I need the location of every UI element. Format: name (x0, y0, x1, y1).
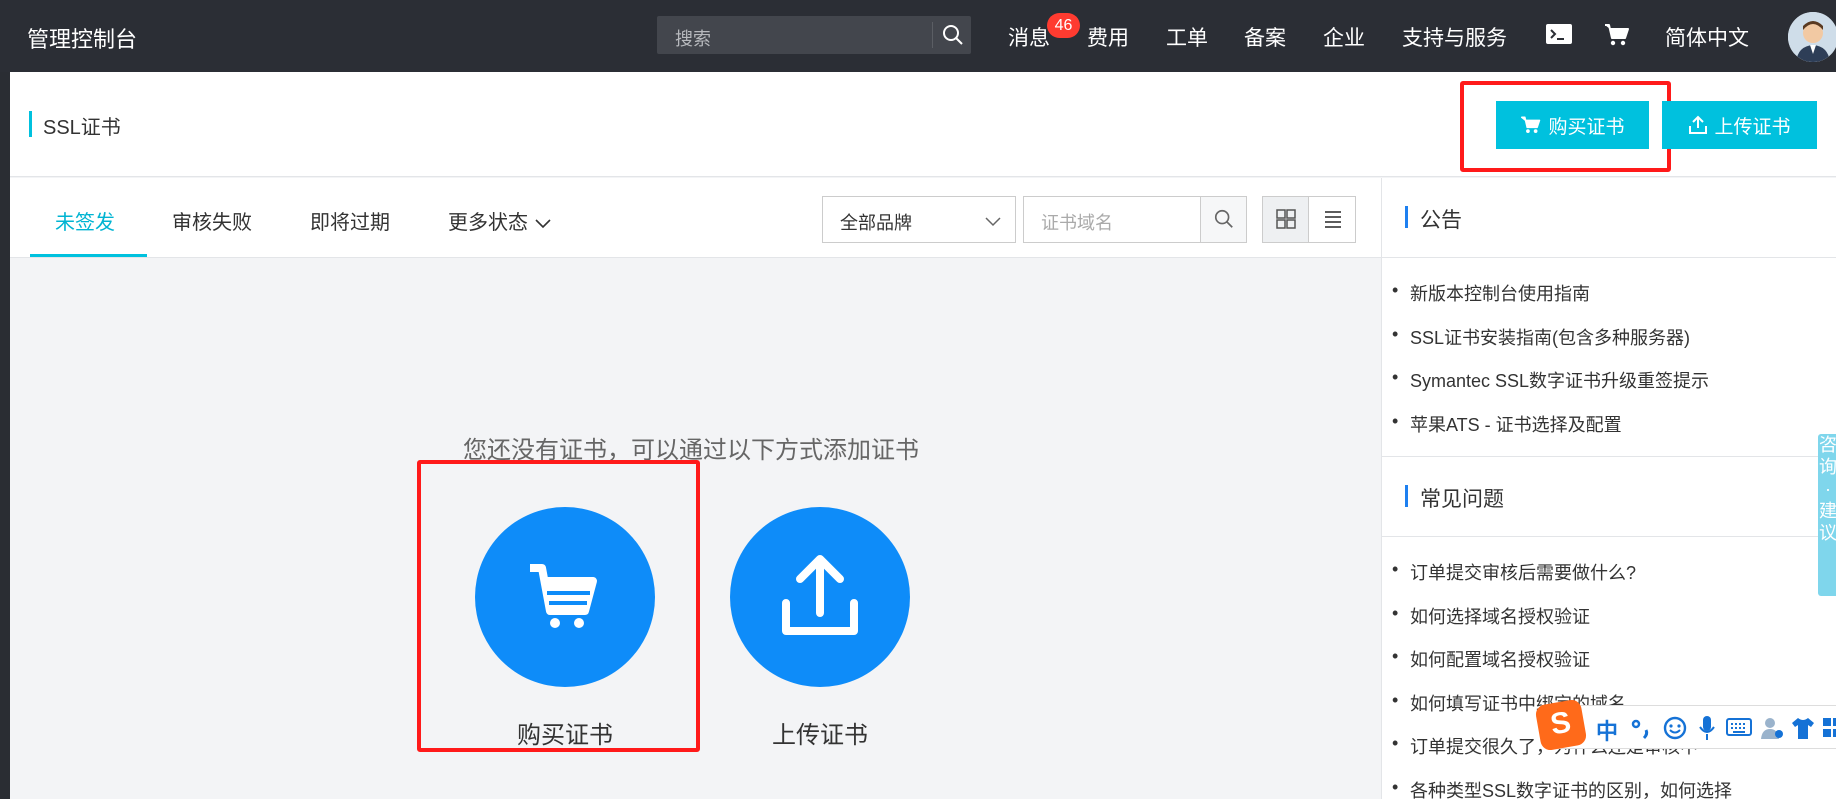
brand-select[interactable]: 全部品牌 (822, 196, 1016, 243)
nav-enterprise[interactable]: 企业 (1323, 22, 1365, 52)
domain-search-button[interactable] (1200, 197, 1246, 242)
page-title: SSL证书 (43, 117, 121, 139)
search-icon[interactable] (941, 23, 965, 47)
brand-select-value: 全部品牌 (840, 213, 912, 233)
page-header: SSL证书 购买证书 上传证书 (10, 72, 1836, 177)
domain-search-input[interactable]: 证书域名 (1041, 209, 1113, 235)
buy-certificate-option[interactable] (475, 507, 655, 687)
nav-tickets[interactable]: 工单 (1166, 22, 1208, 52)
upload-certificate-label: 上传证书 (1714, 116, 1791, 138)
tab-more-status-label: 更多状态 (448, 212, 528, 234)
announcements-header: 公告 (1382, 178, 1836, 258)
list-icon (1325, 211, 1341, 228)
view-toggle (1262, 196, 1356, 243)
search-input[interactable]: 搜索 (675, 25, 711, 51)
faq-link[interactable]: 如何配置域名授权验证 (1392, 646, 1590, 672)
faq-link[interactable]: 各种类型SSL数字证书的区别，如何选择 (1392, 777, 1732, 799)
nav-billing[interactable]: 费用 (1087, 22, 1129, 52)
microphone-icon[interactable] (1696, 714, 1718, 742)
user-avatar[interactable] (1788, 12, 1836, 62)
announcement-link[interactable]: SSL证书安装指南(包含多种服务器) (1392, 324, 1690, 350)
terminal-icon[interactable] (1545, 22, 1573, 48)
ime-mode-toggle[interactable]: 中 (1596, 714, 1618, 746)
upload-certificate-option-label[interactable]: 上传证书 (772, 715, 868, 750)
toolbox-icon[interactable] (1822, 717, 1836, 739)
ime-toolbar: S 中 (1534, 698, 1836, 752)
announcement-link[interactable]: 苹果ATS - 证书选择及配置 (1392, 411, 1622, 437)
upload-certificate-option[interactable] (730, 507, 910, 687)
global-search[interactable]: 搜索 (657, 16, 971, 54)
chevron-down-icon (534, 219, 551, 228)
upload-icon (1689, 115, 1708, 134)
section-accent-bar (1405, 206, 1408, 228)
upload-icon (782, 555, 858, 635)
chevron-down-icon (985, 217, 1001, 227)
faq-title: 常见问题 (1420, 488, 1504, 511)
announcement-link[interactable]: Symantec SSL数字证书升级重签提示 (1392, 367, 1709, 393)
search-divider (932, 22, 933, 48)
nav-support[interactable]: 支持与服务 (1402, 22, 1507, 52)
emoji-icon[interactable] (1662, 715, 1688, 741)
nav-messages[interactable]: 消息 (1008, 22, 1050, 52)
faq-header: 常见问题 (1382, 457, 1836, 537)
announcements-title: 公告 (1420, 209, 1462, 232)
search-icon (1214, 209, 1233, 228)
message-count-badge: 46 (1047, 13, 1080, 38)
buy-certificate-option-label[interactable]: 购买证书 (517, 715, 613, 750)
cart-icon (530, 564, 597, 628)
nav-icp[interactable]: 备案 (1244, 22, 1286, 52)
title-accent-bar (29, 111, 32, 137)
buy-certificate-label: 购买证书 (1548, 116, 1625, 138)
buy-certificate-button[interactable]: 购买证书 (1496, 101, 1649, 149)
punctuation-icon[interactable] (1630, 716, 1654, 740)
cart-icon (1521, 116, 1541, 133)
tab-expiring[interactable]: 即将过期 (310, 206, 390, 235)
skin-shirt-icon[interactable] (1790, 715, 1816, 741)
domain-search-field[interactable]: 证书域名 (1023, 196, 1247, 243)
consult-feedback-tab[interactable]: 咨询·建议 (1818, 434, 1836, 596)
section-accent-bar (1405, 485, 1408, 507)
tab-more-status[interactable]: 更多状态 (448, 206, 552, 235)
announcement-link[interactable]: 新版本控制台使用指南 (1392, 280, 1590, 306)
list-view-button[interactable] (1310, 197, 1356, 242)
top-navigation-bar: 管理控制台 搜索 消息 46 费用 工单 备案 企业 支持与服务 简体中文 (0, 0, 1836, 72)
console-brand[interactable]: 管理控制台 (27, 22, 137, 54)
sogou-logo-icon[interactable]: S (1534, 698, 1588, 752)
tab-not-issued[interactable]: 未签发 (55, 206, 115, 235)
faq-link[interactable]: 如何选择域名授权验证 (1392, 603, 1590, 629)
language-switch[interactable]: 简体中文 (1665, 22, 1749, 52)
user-settings-icon[interactable] (1760, 715, 1784, 741)
avatar-icon (1788, 12, 1836, 62)
grid-view-button[interactable] (1263, 197, 1309, 242)
cart-icon[interactable] (1603, 22, 1631, 48)
page-content: SSL证书 购买证书 上传证书 未签发 审核失败 即将过期 更多状态 全部品牌 … (10, 72, 1836, 799)
keyboard-icon[interactable] (1726, 717, 1752, 737)
tabs-filter-row: 未签发 审核失败 即将过期 更多状态 全部品牌 证书域名 (10, 178, 1381, 258)
upload-certificate-button[interactable]: 上传证书 (1662, 101, 1817, 149)
faq-link[interactable]: 订单提交审核后需要做什么? (1392, 559, 1636, 585)
grid-icon (1276, 209, 1296, 229)
active-tab-indicator (30, 254, 147, 257)
tab-review-failed[interactable]: 审核失败 (172, 206, 252, 235)
